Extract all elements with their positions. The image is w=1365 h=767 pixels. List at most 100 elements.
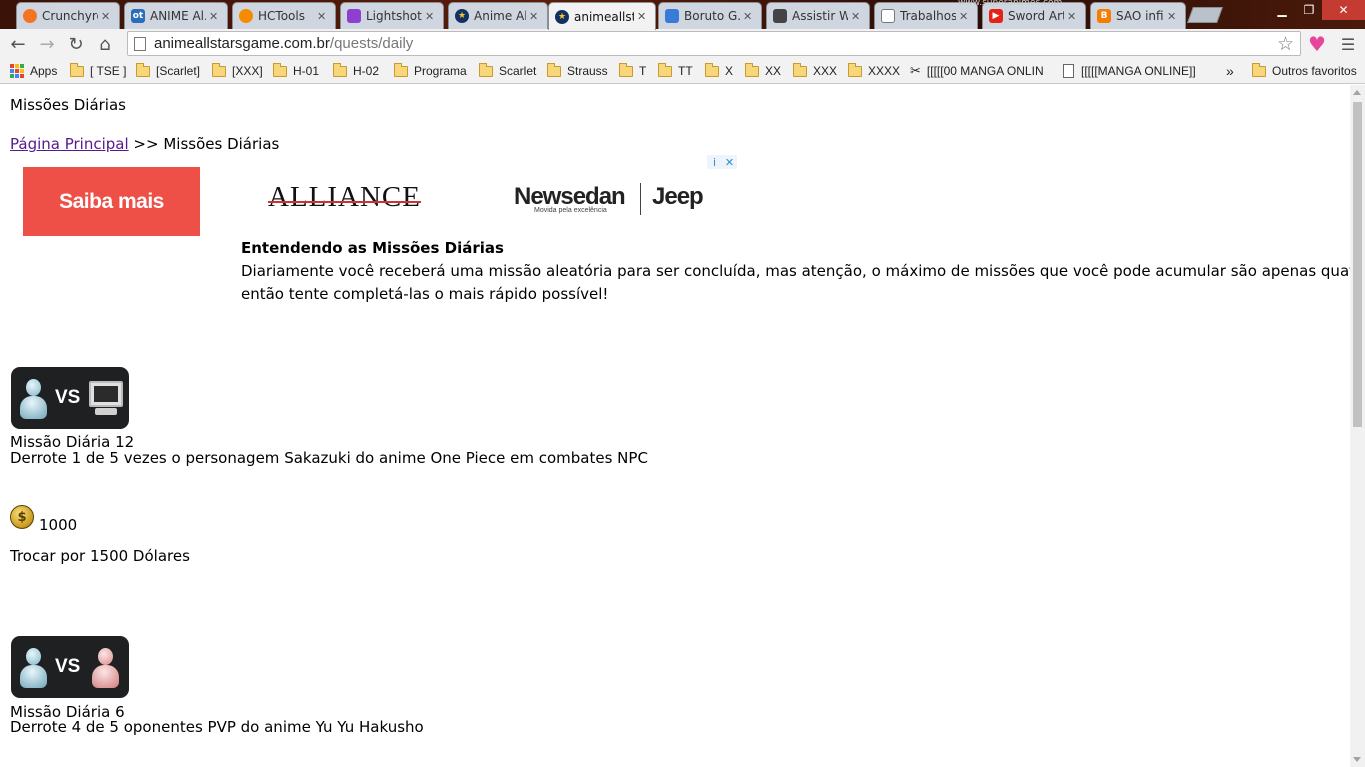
ad-saiba-mais-button[interactable]: Saiba mais xyxy=(23,167,200,236)
tab-hctools[interactable]: HCTools ✕ xyxy=(232,2,336,29)
ad-close-icon[interactable]: ✕ xyxy=(722,155,737,169)
forward-arrow-icon[interactable]: → xyxy=(35,32,59,56)
bookmark-folder-t[interactable]: T xyxy=(618,62,646,80)
tab-crunchyroll[interactable]: Crunchyroll ✕ xyxy=(16,2,120,29)
bookmark-folder-scarlet[interactable]: Scarlet xyxy=(478,62,536,80)
watermark: www.superanimes.com xyxy=(958,0,1063,8)
ad-alliance-logo[interactable]: ALLIANCE xyxy=(268,181,421,214)
tab-anime-al[interactable]: ot ANIME Al... ✕ xyxy=(124,2,228,29)
home-icon[interactable]: ⌂ xyxy=(93,32,117,56)
new-tab-button[interactable] xyxy=(1187,7,1223,23)
close-tab-icon[interactable]: ✕ xyxy=(743,10,755,23)
breadcrumb-separator: >> xyxy=(133,135,159,153)
bookmark-folder-tse[interactable]: [ TSE ] xyxy=(69,62,126,80)
tab-lightshot[interactable]: Lightshot ✕ xyxy=(340,2,444,29)
bookmark-folder-h01[interactable]: H-01 xyxy=(272,62,319,80)
mission-reward-amount: 1000 xyxy=(39,516,78,534)
close-tab-icon[interactable]: ✕ xyxy=(959,10,971,23)
intro-heading: Entendendo as Missões Diárias xyxy=(241,239,504,257)
bookmark-folder-xxx-bracket[interactable]: [XXX] xyxy=(211,62,263,80)
mission-description: Derrote 1 de 5 vezes o personagem Sakazu… xyxy=(10,449,648,467)
mission-pvp-badge: VS xyxy=(11,636,129,698)
close-tab-icon[interactable]: ✕ xyxy=(851,10,863,23)
folder-icon xyxy=(792,62,807,77)
bookmark-manga-online-00[interactable]: ✂ [[[[[00 MANGA ONLIN xyxy=(910,62,1044,80)
bookmark-folder-h02[interactable]: H-02 xyxy=(332,62,379,80)
document-icon xyxy=(1063,64,1074,78)
breadcrumb-current: Missões Diárias xyxy=(163,135,280,153)
scroll-up-arrow-icon[interactable] xyxy=(1353,90,1361,95)
breadcrumb: Página Principal >> Missões Diárias xyxy=(10,135,279,153)
breadcrumb-home-link[interactable]: Página Principal xyxy=(10,135,129,153)
page-title: Missões Diárias xyxy=(10,96,126,114)
bookmark-folder-scarlet-bracket[interactable]: [Scarlet] xyxy=(135,62,200,80)
site-icon xyxy=(773,9,787,23)
bookmarks-overflow-chevron-icon[interactable]: » xyxy=(1226,62,1234,80)
close-tab-icon[interactable]: ✕ xyxy=(637,10,649,23)
bookmark-star-icon[interactable]: ☆ xyxy=(1277,33,1294,55)
bookmark-folder-strauss[interactable]: Strauss xyxy=(546,62,608,80)
apps-grid-icon xyxy=(10,64,24,78)
exchange-link[interactable]: Trocar por 1500 Dólares xyxy=(10,547,190,565)
computer-monitor-icon xyxy=(89,381,123,407)
bookmark-manga-online[interactable]: [[[[[MANGA ONLINE]] xyxy=(1063,62,1196,80)
ad-choices[interactable]: i ✕ xyxy=(707,155,738,169)
tab-animeallstars-active[interactable]: ★ animeallstars ✕ xyxy=(548,2,656,30)
minimize-button[interactable]: ▁ xyxy=(1268,0,1296,20)
folder-icon xyxy=(211,62,226,77)
scrollbar-thumb[interactable] xyxy=(1353,102,1362,427)
intro-text-line2: então tente completá-las o mais rápido p… xyxy=(241,285,609,303)
tools-icon: ✂ xyxy=(910,63,921,78)
bookmark-folder-xxx[interactable]: XXX xyxy=(792,62,837,80)
bookmark-folder-xxxx[interactable]: XXXX xyxy=(847,62,900,80)
bookmark-folder-xx[interactable]: XX xyxy=(744,62,781,80)
mission-description: Derrote 4 de 5 oponentes PVP do anime Yu… xyxy=(10,718,424,736)
browser-toolbar: ← → ↻ ⌂ animeallstarsgame.com.br/quests/… xyxy=(0,29,1365,58)
folder-icon xyxy=(393,62,408,77)
star-logo-icon: ★ xyxy=(455,9,469,23)
close-window-button[interactable]: ✕ xyxy=(1322,0,1365,20)
folder-icon xyxy=(135,62,150,77)
tab-boruto[interactable]: Boruto G... ✕ xyxy=(658,2,762,29)
close-tab-icon[interactable]: ✕ xyxy=(209,10,221,23)
document-icon xyxy=(881,9,895,23)
close-tab-icon[interactable]: ✕ xyxy=(101,10,113,23)
folder-icon xyxy=(69,62,84,77)
reload-icon[interactable]: ↻ xyxy=(64,32,88,56)
bookmark-folder-x[interactable]: X xyxy=(704,62,733,80)
vs-label: VS xyxy=(55,387,81,408)
bookmark-apps[interactable]: Apps xyxy=(10,62,57,80)
back-arrow-icon[interactable]: ← xyxy=(6,32,30,56)
menu-icon[interactable]: ☰ xyxy=(1336,32,1360,56)
url-path: /quests/daily xyxy=(329,35,414,52)
bookmark-folder-tt[interactable]: TT xyxy=(657,62,693,80)
close-tab-icon[interactable]: ✕ xyxy=(529,10,541,23)
close-tab-icon[interactable]: ✕ xyxy=(425,10,437,23)
bookmark-folder-programa[interactable]: Programa xyxy=(393,62,467,80)
tab-anime-all-stars[interactable]: ★ Anime All... ✕ xyxy=(448,2,548,29)
player-avatar-icon xyxy=(18,648,48,688)
folder-icon xyxy=(704,62,719,77)
close-tab-icon[interactable]: ✕ xyxy=(1167,10,1179,23)
star-logo-icon: ★ xyxy=(555,9,569,24)
ad-info-icon[interactable]: i xyxy=(707,155,722,169)
crunchyroll-icon xyxy=(23,9,37,23)
heart-extension-icon[interactable]: ♥ xyxy=(1305,32,1329,56)
hctools-icon xyxy=(239,9,253,23)
address-bar[interactable]: animeallstarsgame.com.br/quests/daily ☆ xyxy=(127,31,1301,56)
restore-button[interactable]: ❐ xyxy=(1296,0,1322,20)
page-info-icon[interactable] xyxy=(134,36,146,51)
bookmarks-bar: Apps [ TSE ] [Scarlet] [XXX] H-01 H-02 P… xyxy=(0,58,1365,84)
close-tab-icon[interactable]: ✕ xyxy=(1067,10,1079,23)
tab-assistir[interactable]: Assistir W... ✕ xyxy=(766,2,870,29)
tab-sao-infinity[interactable]: B SAO infin... ✕ xyxy=(1090,2,1186,29)
ad-jeep-logo[interactable]: Jeep xyxy=(652,183,704,211)
page-scrollbar[interactable] xyxy=(1350,85,1365,767)
blogger-icon: B xyxy=(1097,9,1111,23)
folder-icon xyxy=(618,62,633,77)
close-tab-icon[interactable]: ✕ xyxy=(317,10,329,23)
folder-icon xyxy=(657,62,672,77)
bookmark-other-favorites[interactable]: Outros favoritos xyxy=(1251,62,1357,80)
folder-icon xyxy=(744,62,759,77)
scroll-down-arrow-icon[interactable] xyxy=(1353,757,1361,762)
